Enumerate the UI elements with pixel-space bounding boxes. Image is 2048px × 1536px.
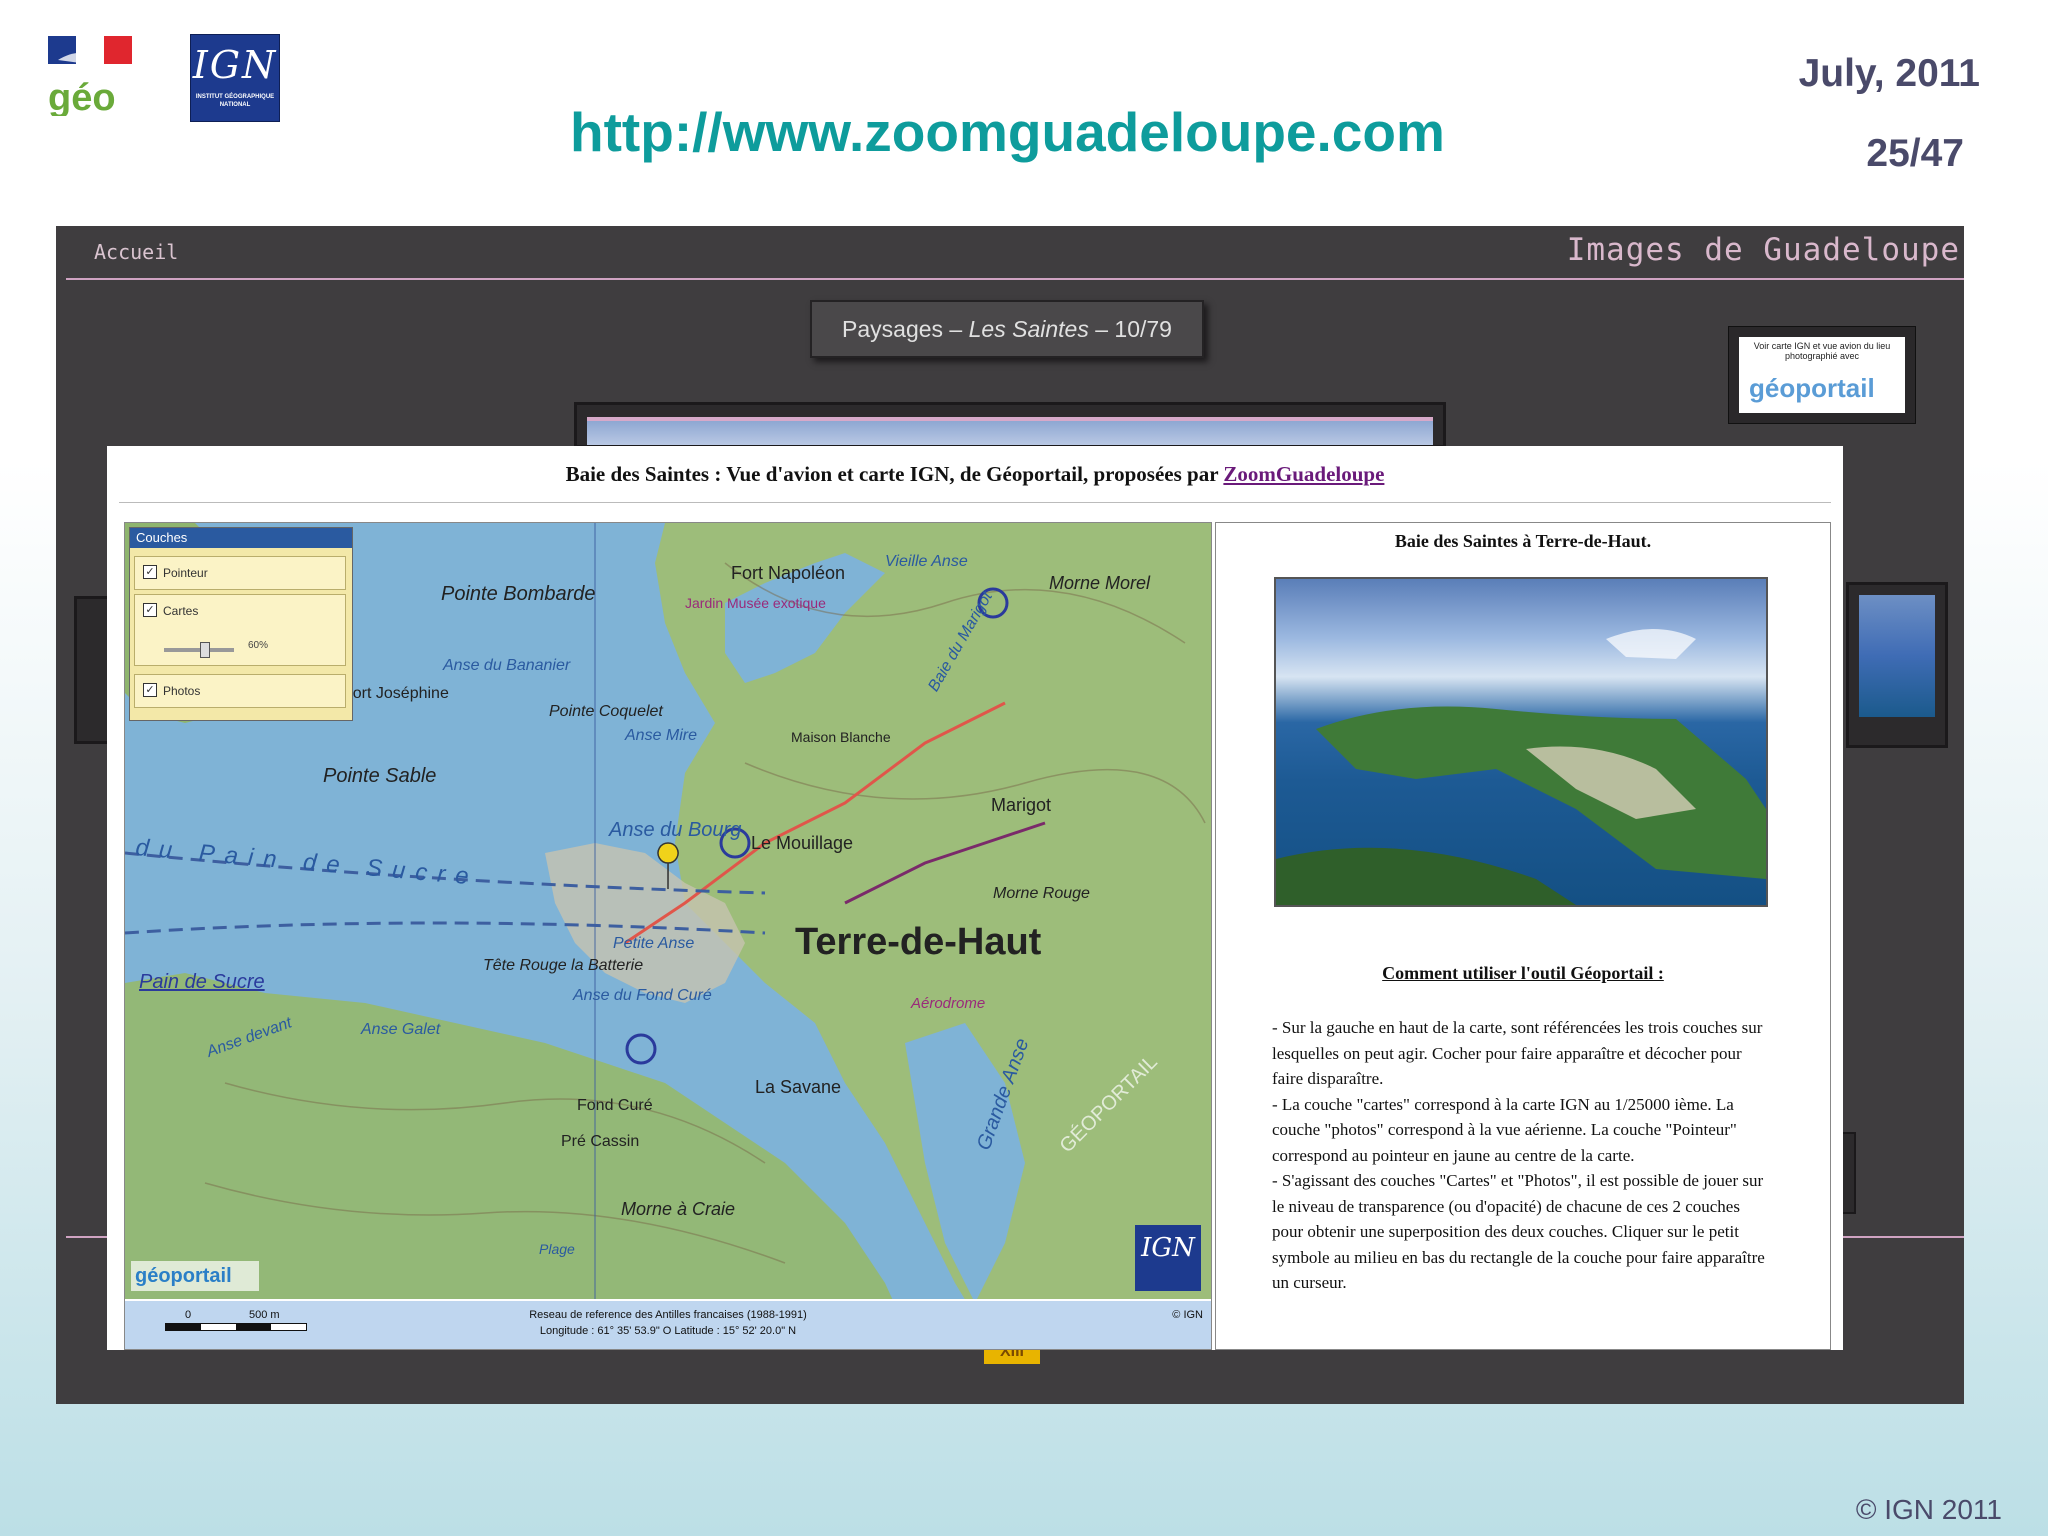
map-label-fort-napoleon: Fort Napoléon: [731, 563, 846, 583]
how-to-paragraph: - S'agissant des couches "Cartes" et "Ph…: [1272, 1171, 1765, 1292]
map-label-anse-galet: Anse Galet: [361, 1021, 441, 1038]
site-title: Images de Guadeloupe: [1566, 232, 1960, 268]
map-label-pointe-sable: Pointe Sable: [323, 765, 437, 787]
map-footer: 0 500 m Reseau de reference des Antilles…: [125, 1299, 1211, 1349]
map-label-aerodrome: Aérodrome: [911, 995, 986, 1012]
map-label-anse-du-fond-cure: Anse du Fond Curé: [573, 987, 712, 1004]
map-label-le-mouillage: Le Mouillage: [751, 833, 854, 853]
layer-cartes[interactable]: ✓ Cartes: [134, 594, 346, 666]
main-photo-frame: [574, 402, 1446, 448]
layer-photos-checkbox[interactable]: ✓: [143, 683, 157, 697]
geoportail-link-button[interactable]: Voir carte IGN et vue avion du lieu phot…: [1728, 326, 1916, 424]
map-copyright: © IGN: [1172, 1309, 1203, 1321]
geoportail-button-logo: géoportail: [1749, 373, 1875, 403]
opacity-slider-knob[interactable]: [200, 642, 210, 658]
next-thumbnail[interactable]: [1846, 582, 1948, 748]
how-to-paragraph: - La couche "cartes" correspond à la car…: [1272, 1094, 1737, 1165]
caption-counter: – 10/79: [1088, 316, 1172, 342]
map-label-pointe-coquelet: Pointe Coquelet: [549, 703, 663, 720]
layers-panel: Couches ✓ Pointeur ✓ Cartes 60% ✓ Photos: [129, 527, 353, 721]
main-photo: [587, 417, 1433, 445]
map-geoportail-logo: géoportail: [131, 1261, 259, 1291]
aerial-photo-drawing: [1276, 629, 1766, 905]
opacity-slider-track[interactable]: [164, 648, 234, 652]
map-coordinates: Longitude : 61° 35' 53.9" O Latitude : 1…: [539, 1325, 797, 1337]
map-label-morne-morel: Morne Morel: [1049, 573, 1151, 593]
geoportail-button-panel: Voir carte IGN et vue avion du lieu phot…: [1739, 337, 1905, 413]
map-label-pain-de-sucre: Pain de Sucre: [139, 971, 265, 993]
how-to-title: Comment utiliser l'outil Géoportail :: [1382, 963, 1664, 983]
layer-photos-label: Photos: [163, 684, 201, 698]
map-label-anse-du-bourg: Anse du Bourg: [609, 819, 742, 841]
opacity-value: 60%: [248, 640, 269, 651]
map-label-tete-rouge: Tête Rouge la Batterie: [483, 957, 644, 974]
popup-title-text: Baie des Saintes : Vue d'avion et carte …: [565, 462, 1224, 486]
photo-caption: Paysages – Les Saintes – 10/79: [810, 300, 1204, 358]
map-label-anse-mire: Anse Mire: [625, 727, 698, 744]
map-ign-logo: IGN: [1135, 1225, 1201, 1291]
caption-place: Les Saintes: [968, 316, 1089, 342]
map-label-morne-rouge: Morne Rouge: [993, 885, 1090, 902]
ign-logo-subtitle: INSTITUT GÉOGRAPHIQUE NATIONAL: [195, 94, 275, 108]
layer-pointeur[interactable]: ✓ Pointeur: [134, 556, 346, 590]
layer-cartes-label: Cartes: [163, 604, 199, 618]
map-label-jardin-musee: Jardin Musée exotique: [685, 595, 826, 611]
map-label-pointe-bombarde: Pointe Bombarde: [441, 583, 596, 605]
map-label-pre-cassin: Pré Cassin: [561, 1133, 640, 1150]
top-divider: [66, 278, 1964, 280]
ign-map[interactable]: Fort Napoléon Vieille Anse Baie du Marig…: [124, 522, 1212, 1350]
map-label-fort-josephine: Fort Joséphine: [343, 685, 449, 702]
slide-url-title: http://www.zoomguadeloupe.com: [570, 101, 1445, 163]
map-label-petite-anse: Petite Anse: [613, 935, 695, 952]
how-to-body: - Sur la gauche en haut de la carte, son…: [1272, 1015, 1772, 1296]
slide-copyright: © IGN 2011: [1855, 1494, 2002, 1525]
home-link[interactable]: Accueil: [94, 240, 178, 264]
geo-logo: géo: [48, 34, 140, 119]
map-label-vieille-anse: Vieille Anse: [885, 553, 968, 570]
map-label-anse-du-bananier: Anse du Bananier: [443, 657, 571, 674]
ign-logo-text: IGN: [192, 43, 278, 87]
caption-category: Paysages –: [842, 316, 969, 342]
ign-logo: IGN INSTITUT GÉOGRAPHIQUE NATIONAL: [190, 34, 280, 122]
layer-cartes-checkbox[interactable]: ✓: [143, 603, 157, 617]
map-label-plage: Plage: [539, 1241, 575, 1257]
map-label-terre-de-haut: Terre-de-Haut: [795, 921, 1042, 963]
info-panel: Baie des Saintes à Terre-de-Haut. Commen…: [1215, 522, 1831, 1350]
layer-photos[interactable]: ✓ Photos: [134, 674, 346, 708]
slide-date: July, 2011: [1798, 52, 1980, 95]
geoportail-popup: Baie des Saintes : Vue d'avion et carte …: [107, 446, 1843, 1350]
layers-panel-title: Couches: [130, 528, 352, 548]
map-label-fond-cure: Fond Curé: [577, 1097, 653, 1114]
layer-pointeur-label: Pointeur: [163, 566, 208, 580]
next-thumbnail-image: [1859, 595, 1935, 717]
geo-logo-text: géo: [48, 77, 116, 116]
slide-page-number: 25/47: [1866, 132, 1964, 175]
info-title: Baie des Saintes à Terre-de-Haut.: [1394, 531, 1652, 551]
map-label-la-savane: La Savane: [755, 1077, 842, 1097]
how-to-paragraph: - Sur la gauche en haut de la carte, son…: [1272, 1018, 1763, 1088]
geoportail-button-text: Voir carte IGN et vue avion du lieu phot…: [1753, 341, 1891, 361]
popup-title: Baie des Saintes : Vue d'avion et carte …: [107, 462, 1843, 487]
zoomguadeloupe-link[interactable]: ZoomGuadeloupe: [1223, 462, 1384, 486]
popup-divider: [119, 502, 1831, 503]
layer-pointeur-checkbox[interactable]: ✓: [143, 565, 157, 579]
map-label-morne-a-craie: Morne à Craie: [621, 1199, 736, 1219]
map-reference-system: Reseau de reference des Antilles francai…: [529, 1309, 807, 1321]
map-label-marigot: Marigot: [991, 795, 1052, 815]
map-label-maison-blanche: Maison Blanche: [791, 729, 891, 745]
aerial-photo: [1274, 577, 1768, 907]
